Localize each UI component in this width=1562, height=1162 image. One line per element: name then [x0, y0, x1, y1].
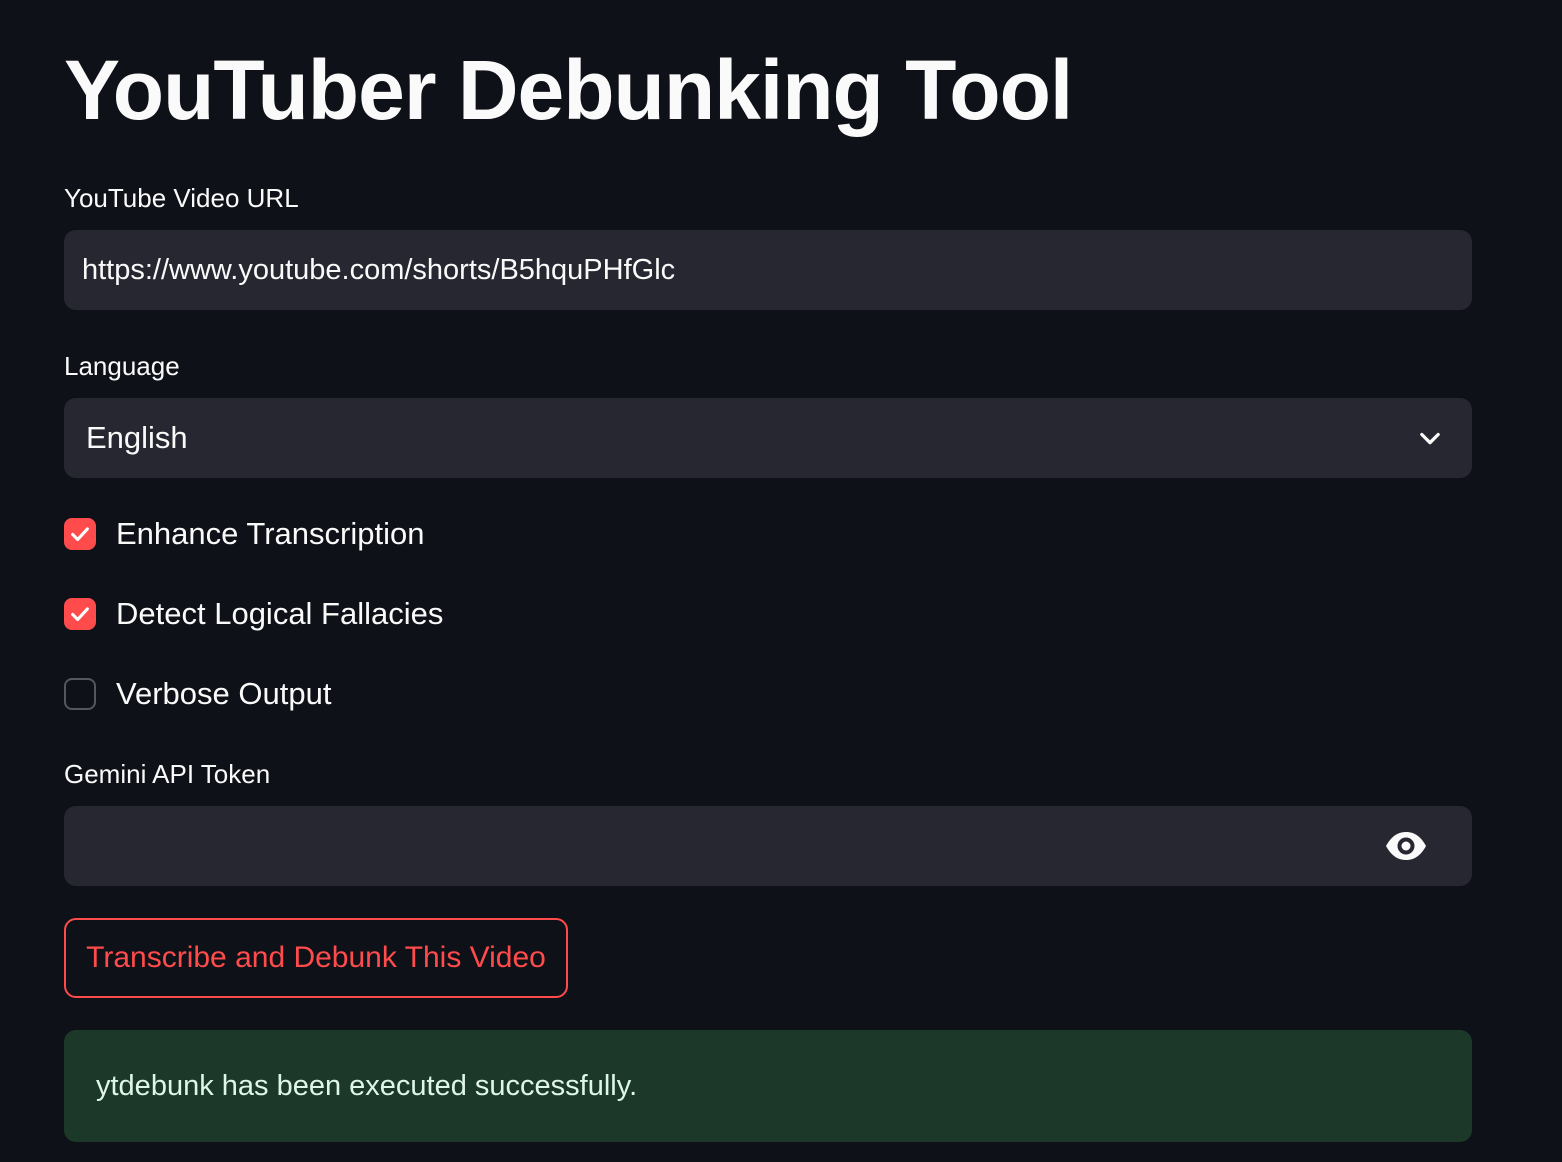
token-input[interactable]: [82, 806, 1346, 888]
language-selected-value: English: [86, 420, 188, 455]
verbose-output-checkbox[interactable]: [64, 678, 96, 710]
token-field: [64, 806, 1472, 888]
url-input[interactable]: https://www.youtube.com/shorts/B5hquPHfG…: [64, 230, 1472, 310]
language-label: Language: [64, 351, 180, 381]
url-input-value[interactable]: https://www.youtube.com/shorts/B5hquPHfG…: [82, 230, 675, 310]
transcribe-debunk-button[interactable]: Transcribe and Debunk This Video: [64, 918, 568, 998]
enhance-transcription-checkbox[interactable]: [64, 518, 96, 550]
checkmark-icon: [71, 527, 89, 542]
chevron-down-icon[interactable]: [1416, 424, 1444, 452]
language-select[interactable]: English: [64, 398, 1472, 478]
verbose-output-label: Verbose Output: [116, 676, 332, 711]
app-main: YouTuber Debunking Tool YouTube Video UR…: [0, 0, 1562, 1162]
verbose-output-option[interactable]: Verbose Output: [64, 674, 331, 714]
url-label: YouTube Video URL: [64, 183, 299, 213]
enhance-transcription-label: Enhance Transcription: [116, 516, 425, 551]
detect-fallacies-option[interactable]: Detect Logical Fallacies: [64, 594, 443, 634]
detect-fallacies-label: Detect Logical Fallacies: [116, 596, 444, 631]
enhance-transcription-option[interactable]: Enhance Transcription: [64, 514, 424, 554]
success-alert: ytdebunk has been executed successfully.: [64, 1030, 1472, 1142]
success-message: ytdebunk has been executed successfully.: [96, 1070, 638, 1102]
eye-icon[interactable]: [1384, 830, 1428, 862]
checkmark-icon: [71, 607, 89, 622]
detect-fallacies-checkbox[interactable]: [64, 598, 96, 630]
token-label: Gemini API Token: [64, 759, 271, 789]
page-title: YouTuber Debunking Tool: [64, 43, 1073, 137]
